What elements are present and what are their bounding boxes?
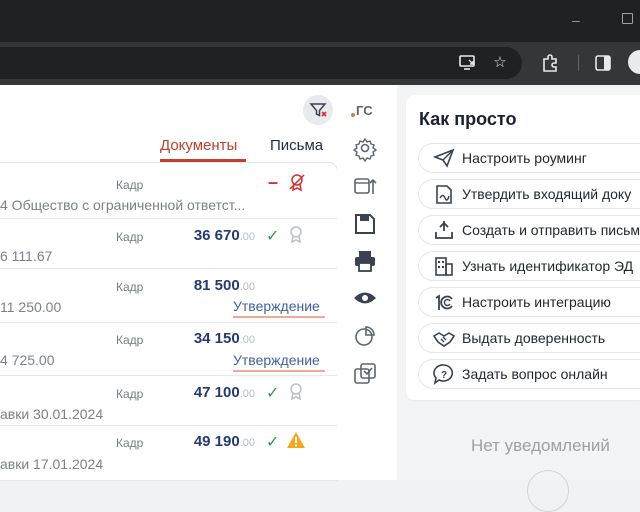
address-bar[interactable] bbox=[0, 47, 522, 79]
tab-documents[interactable]: Документы bbox=[160, 137, 237, 154]
save-icon[interactable] bbox=[351, 210, 379, 238]
gc-label: ГС bbox=[356, 103, 373, 118]
sign-document-icon bbox=[436, 185, 452, 204]
action-label: Утвердить входящий доку bbox=[462, 186, 632, 202]
svg-text:?: ? bbox=[441, 370, 447, 381]
row-amount: 34 150.00 bbox=[160, 330, 255, 347]
action-label: Выдать доверенность bbox=[462, 330, 606, 346]
no-notifications-text: Нет уведомлений bbox=[471, 436, 610, 455]
cert-revoked-icon bbox=[289, 174, 305, 192]
action-label: Создать и отправить письм bbox=[462, 222, 640, 238]
amount-dec: .00 bbox=[239, 388, 255, 400]
action-label: Настроить роуминг bbox=[462, 150, 587, 166]
row-amount: 36 670.00 bbox=[160, 227, 255, 244]
kadr-label: Кадр bbox=[116, 436, 144, 450]
amount-int: 36 670 bbox=[193, 227, 240, 244]
row-amount: 49 190.00 bbox=[160, 433, 255, 450]
status-approval-link[interactable]: Утверждение bbox=[233, 352, 320, 368]
row-subtitle: авки 30.01.2024 bbox=[0, 406, 104, 422]
tab-letters[interactable]: Письма bbox=[270, 137, 323, 154]
browser-titlebar bbox=[0, 0, 640, 42]
check-icon: ✓ bbox=[266, 434, 280, 451]
multi-check-icon[interactable] bbox=[351, 360, 379, 388]
sidepanel-icon[interactable] bbox=[594, 54, 612, 72]
amount-int: 81 500 bbox=[193, 277, 240, 294]
row-amount: 47 100.00 bbox=[160, 384, 255, 401]
filter-icon bbox=[309, 103, 327, 117]
warning-icon bbox=[287, 432, 305, 448]
amount-dec: .00 bbox=[239, 281, 255, 293]
row-subtitle: 4 725.00 bbox=[0, 352, 55, 368]
howto-title: Как просто bbox=[419, 109, 517, 129]
extensions-icon[interactable] bbox=[540, 53, 560, 73]
check-icon: ✓ bbox=[266, 385, 280, 402]
amount-dec: .00 bbox=[239, 231, 255, 243]
amount-dec: .00 bbox=[239, 334, 255, 346]
filter-button[interactable] bbox=[303, 95, 333, 125]
paper-plane-icon bbox=[432, 148, 455, 168]
amount-int: 34 150 bbox=[193, 330, 240, 347]
minimize-icon[interactable]: – bbox=[572, 12, 580, 28]
status-approval-link[interactable]: Утверждение bbox=[233, 298, 320, 314]
install-app-icon[interactable] bbox=[458, 54, 478, 72]
kadr-label: Кадр bbox=[116, 387, 144, 401]
action-label: Настроить интеграцию bbox=[462, 294, 611, 310]
minus-icon: – bbox=[268, 172, 279, 192]
certificate-icon bbox=[290, 226, 302, 243]
org-name: 4 Общество с ограниченной ответст... bbox=[0, 197, 246, 213]
star-icon[interactable]: ☆ bbox=[488, 53, 512, 73]
gc-button[interactable]: ГС bbox=[351, 97, 379, 125]
kadr-label: Кадр bbox=[116, 178, 144, 192]
pie-chart-icon[interactable] bbox=[351, 322, 379, 350]
certificate-icon bbox=[290, 383, 302, 400]
print-icon[interactable] bbox=[351, 247, 379, 275]
status-underline bbox=[233, 316, 325, 318]
maximize-icon[interactable] bbox=[622, 13, 633, 24]
row-amount: 81 500.00 bbox=[160, 277, 255, 294]
upload-tray-icon bbox=[435, 221, 453, 239]
howto-card bbox=[406, 95, 640, 400]
amount-int: 47 100 bbox=[193, 384, 240, 401]
handshake-icon bbox=[432, 332, 456, 347]
row-subtitle: 6 111.67 bbox=[0, 248, 53, 264]
amount-int: 49 190 bbox=[193, 433, 240, 450]
eye-icon[interactable] bbox=[351, 284, 379, 312]
notification-placeholder-icon bbox=[527, 470, 569, 512]
row-subtitle: авки 17.01.2024 bbox=[0, 456, 104, 472]
amount-dec: .00 bbox=[239, 437, 255, 449]
active-tab-indicator bbox=[160, 159, 246, 162]
building-icon bbox=[435, 257, 453, 276]
gc-dot bbox=[351, 113, 355, 117]
action-label: Задать вопрос онлайн bbox=[462, 366, 608, 382]
check-icon: ✓ bbox=[266, 228, 280, 245]
settings-icon[interactable] bbox=[351, 134, 379, 162]
kadr-label: Кадр bbox=[116, 333, 144, 347]
question-icon: ? bbox=[433, 364, 454, 385]
action-label: Узнать идентификатор ЭД bbox=[462, 258, 634, 274]
toolbar-divider bbox=[578, 55, 579, 71]
status-underline bbox=[233, 370, 325, 372]
calendar-sort-icon[interactable] bbox=[351, 172, 379, 200]
kadr-label: Кадр bbox=[116, 230, 144, 244]
row-subtitle: 11 250.00 bbox=[0, 299, 62, 315]
1c-icon bbox=[435, 294, 453, 310]
kadr-label: Кадр bbox=[116, 280, 144, 294]
